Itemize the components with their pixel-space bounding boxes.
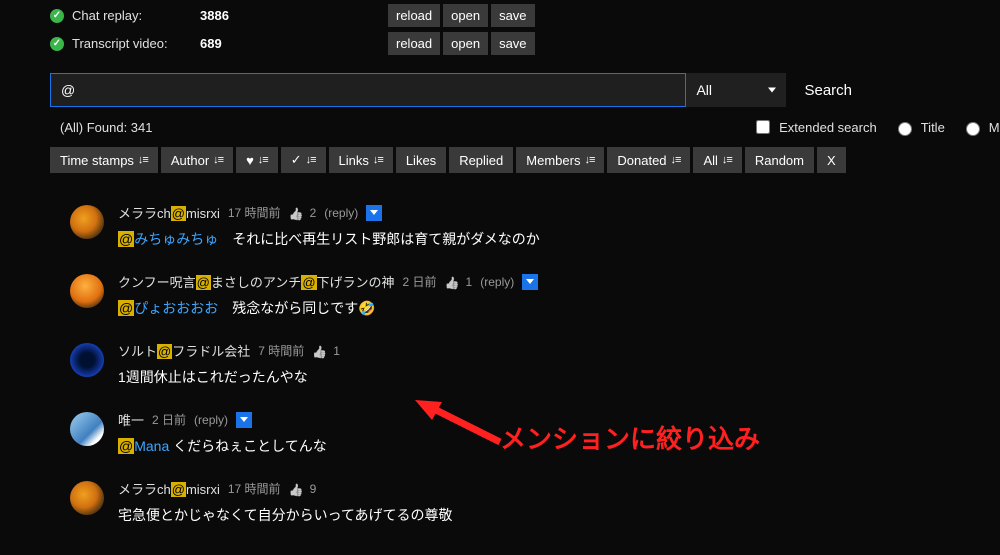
save-button-2[interactable]: save <box>491 32 534 55</box>
filter-row: Time stamps ↓≡ Author ↓≡ ♥ ↓≡ ✓ ↓≡ Links… <box>50 147 1000 173</box>
sort-icon: ↓≡ <box>213 154 223 166</box>
dropdown-icon[interactable] <box>236 412 252 428</box>
check-icon <box>50 9 64 23</box>
extended-search-input[interactable] <box>756 120 770 134</box>
filter-author[interactable]: Author ↓≡ <box>161 147 233 173</box>
comment-text: 1週間休止はこれだったんやな <box>118 367 1000 388</box>
comment-author[interactable]: メララch@misrxi <box>118 479 220 498</box>
chat-replay-label: Chat replay: <box>72 8 192 23</box>
reload-button[interactable]: reload <box>388 4 440 27</box>
check-icon: ✓ <box>291 152 302 168</box>
filter-likes[interactable]: Likes <box>396 147 446 173</box>
like-icon[interactable] <box>289 482 302 495</box>
transcript-label: Transcript video: <box>72 36 192 51</box>
sort-icon: ↓≡ <box>584 154 594 166</box>
comment-time: 2 日前 <box>152 411 186 428</box>
comment-item: メララch@misrxi 17 時間前 9 宅急便とかじゃなくて自分からいってあ… <box>70 479 1000 526</box>
comment-item: メララch@misrxi 17 時間前 2 (reply) @みちゅみちゅ それ… <box>70 203 1000 250</box>
check-icon <box>50 37 64 51</box>
search-button[interactable]: Search <box>786 73 870 107</box>
filter-links[interactable]: Links ↓≡ <box>329 147 393 173</box>
filter-check[interactable]: ✓ ↓≡ <box>281 147 326 173</box>
comment-item: 唯一 2 日前 (reply) @Mana くだらねぇことしてんな <box>70 410 1000 457</box>
save-button[interactable]: save <box>491 4 534 27</box>
like-count: 1 <box>466 275 473 289</box>
comment-time: 7 時間前 <box>258 342 304 359</box>
like-count: 9 <box>310 482 317 496</box>
comment-author[interactable]: 唯一 <box>118 410 144 429</box>
filter-donated[interactable]: Donated ↓≡ <box>607 147 690 173</box>
comment-text: 宅急便とかじゃなくて自分からいってあげてるの尊敬 <box>118 505 1000 526</box>
sort-icon: ↓≡ <box>373 154 383 166</box>
sort-icon: ↓≡ <box>671 154 681 166</box>
comment-item: クンフー呪言@まさしのアンチ@下げランの神 2 日前 1 (reply) @ぴょ… <box>70 272 1000 319</box>
search-bar: All Search <box>50 73 870 107</box>
comment-author[interactable]: クンフー呪言@まさしのアンチ@下げランの神 <box>118 272 395 291</box>
reply-link[interactable]: (reply) <box>480 275 514 289</box>
like-icon[interactable] <box>445 275 458 288</box>
extended-search-checkbox[interactable]: Extended search <box>752 117 877 137</box>
search-filter-select[interactable]: All <box>686 74 786 106</box>
reload-button-2[interactable]: reload <box>388 32 440 55</box>
comment-time: 2 日前 <box>403 273 437 290</box>
dropdown-icon[interactable] <box>366 205 382 221</box>
like-count: 2 <box>310 206 317 220</box>
like-icon[interactable] <box>289 206 302 219</box>
mention-link[interactable]: @みちゅみちゅ <box>118 231 218 247</box>
filter-replied[interactable]: Replied <box>449 147 513 173</box>
comment-list: メララch@misrxi 17 時間前 2 (reply) @みちゅみちゅ それ… <box>70 203 1000 526</box>
avatar[interactable] <box>70 412 104 446</box>
filter-heart[interactable]: ♥ ↓≡ <box>236 147 278 173</box>
found-count: (All) Found: 341 <box>60 120 153 135</box>
comment-text: @Mana くだらねぇことしてんな <box>118 436 1000 457</box>
filter-members[interactable]: Members ↓≡ <box>516 147 604 173</box>
chat-replay-value: 3886 <box>200 8 260 23</box>
avatar[interactable] <box>70 205 104 239</box>
transcript-value: 689 <box>200 36 260 51</box>
comment-time: 17 時間前 <box>228 204 281 221</box>
comment-author[interactable]: メララch@misrxi <box>118 203 220 222</box>
title-radio[interactable]: Title <box>893 119 945 136</box>
filter-close[interactable]: X <box>817 147 846 173</box>
main-radio[interactable]: Main <box>961 119 1000 136</box>
like-icon[interactable] <box>312 344 325 357</box>
comment-text: @ぴょおおおお 残念ながら同じです🤣 <box>118 298 1000 319</box>
open-button[interactable]: open <box>443 4 488 27</box>
comment-time: 17 時間前 <box>228 480 281 497</box>
comment-author[interactable]: ソルト@フラドル会社 <box>118 341 250 360</box>
avatar[interactable] <box>70 343 104 377</box>
open-button-2[interactable]: open <box>443 32 488 55</box>
sort-icon: ↓≡ <box>722 154 732 166</box>
sort-icon: ↓≡ <box>258 154 268 166</box>
avatar[interactable] <box>70 481 104 515</box>
heart-icon: ♥ <box>246 153 254 168</box>
filter-timestamps[interactable]: Time stamps ↓≡ <box>50 147 158 173</box>
mention-link[interactable]: @ぴょおおおお <box>118 300 218 316</box>
filter-random[interactable]: Random <box>745 147 814 173</box>
filter-all[interactable]: All ↓≡ <box>693 147 741 173</box>
comment-text: @みちゅみちゅ それに比べ再生リスト野郎は育て親がダメなのか <box>118 229 1000 250</box>
comment-item: ソルト@フラドル会社 7 時間前 1 1週間休止はこれだったんやな <box>70 341 1000 388</box>
sort-icon: ↓≡ <box>306 154 316 166</box>
mention-link[interactable]: @Mana <box>118 438 169 454</box>
avatar[interactable] <box>70 274 104 308</box>
reply-link[interactable]: (reply) <box>324 206 358 220</box>
reply-link[interactable]: (reply) <box>194 413 228 427</box>
search-input[interactable] <box>50 73 686 107</box>
dropdown-icon[interactable] <box>522 274 538 290</box>
sort-icon: ↓≡ <box>138 154 148 166</box>
like-count: 1 <box>333 344 340 358</box>
